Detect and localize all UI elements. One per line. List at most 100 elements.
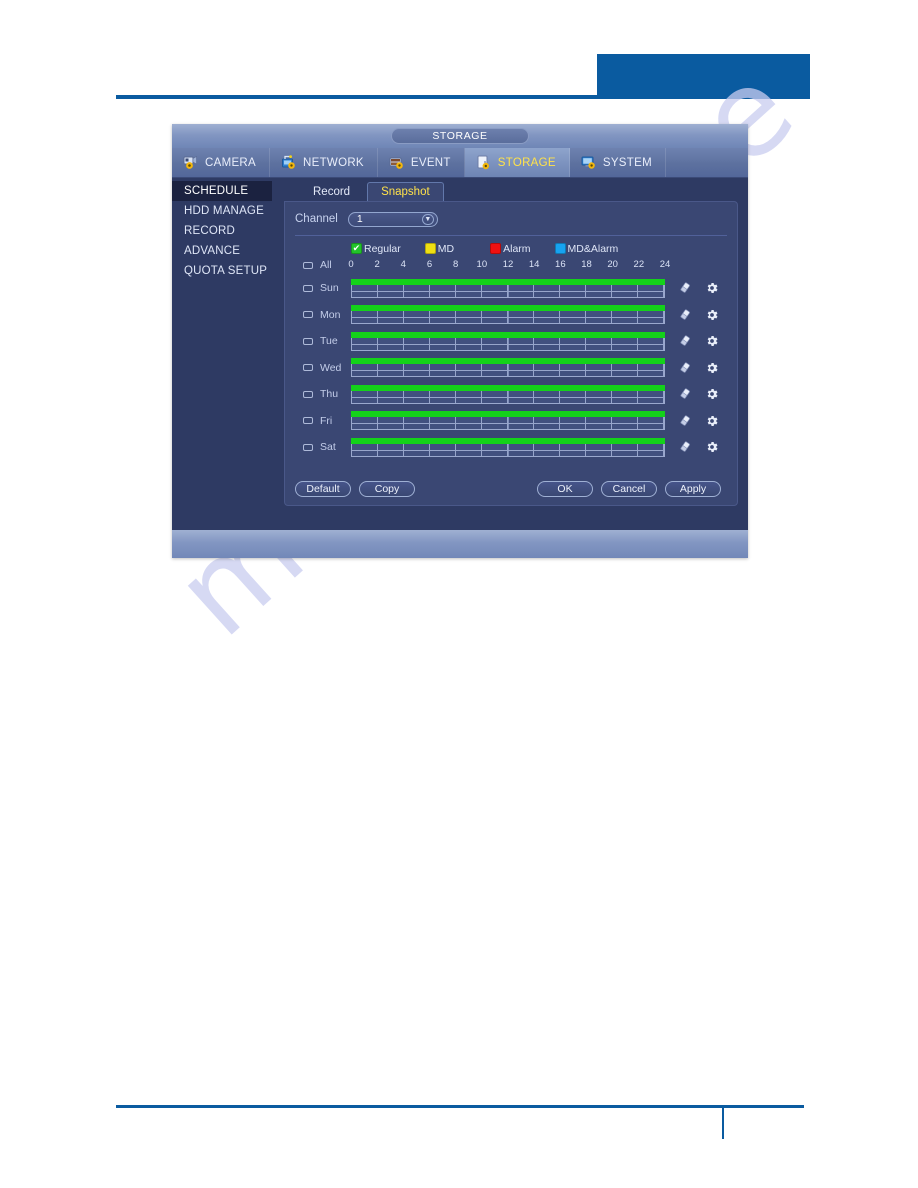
schedule-track-fri[interactable] (351, 411, 665, 431)
channel-select[interactable]: 1 ▼ (347, 211, 438, 227)
sidebar-item-advance[interactable]: ADVANCE (172, 241, 272, 261)
schedule-panel: Channel 1 ▼ ✔ Regular MD Alarm MD&Alarm … (284, 201, 738, 506)
gear-icon[interactable] (705, 440, 719, 454)
legend-item-alarm[interactable]: Alarm (490, 243, 531, 255)
axis-tick-12: 12 (502, 259, 514, 270)
gear-icon[interactable] (705, 414, 719, 428)
tab-network[interactable]: NETWORK (270, 148, 378, 177)
legend-item-md[interactable]: MD (424, 242, 455, 255)
day-label-mon: Mon (320, 308, 341, 321)
schedule-track-tue[interactable] (351, 331, 665, 351)
schedule-track-thu[interactable] (351, 384, 665, 404)
checkbox-thu[interactable] (303, 390, 313, 398)
default-button[interactable]: Default (295, 480, 351, 497)
gear-icon[interactable] (705, 334, 719, 348)
eraser-icon[interactable] (678, 414, 692, 428)
checkbox-all[interactable] (303, 261, 313, 269)
schedule-row: Thu (295, 381, 727, 408)
checkbox-sat[interactable] (303, 443, 313, 451)
apply-button[interactable]: Apply (665, 480, 721, 497)
dvr-window: STORAGE CAMERA NETWORK EVENT STORAGE SYS… (172, 124, 748, 558)
checkbox-wed[interactable] (303, 364, 313, 372)
gear-icon[interactable] (705, 308, 719, 322)
sidebar-item-hdd-manage[interactable]: HDD MANAGE (172, 201, 272, 221)
eraser-icon[interactable] (678, 308, 692, 322)
schedule-row: Tue (295, 328, 727, 355)
sub-tabstrip: Record Snapshot (276, 182, 738, 201)
sidebar-item-record-label: RECORD (184, 225, 236, 237)
tab-event[interactable]: EVENT (378, 148, 465, 177)
schedule-grid (351, 364, 665, 378)
schedule-row: Fri (295, 408, 727, 435)
sidebar-item-schedule[interactable]: SCHEDULE (172, 181, 272, 201)
eraser-icon[interactable] (678, 361, 692, 375)
axis-tick-4: 4 (400, 259, 406, 270)
camera-gear-icon (183, 155, 200, 170)
checkbox-mon[interactable] (303, 311, 313, 319)
tab-camera[interactable]: CAMERA (172, 148, 271, 177)
axis-tick-8: 8 (453, 259, 459, 270)
schedule-row-all: All 0 2 4 6 8 10 12 14 16 18 20 22 24 (295, 255, 727, 275)
legend-item-md-alarm[interactable]: MD&Alarm (554, 243, 618, 255)
eraser-icon[interactable] (678, 387, 692, 401)
ok-button[interactable]: OK (537, 480, 593, 497)
day-daybox[interactable]: Sun (295, 282, 351, 294)
tab-storage[interactable]: STORAGE (464, 148, 570, 177)
legend-swatch-alarm (490, 243, 502, 254)
header-rule (116, 95, 810, 99)
schedule-track-wed[interactable] (351, 358, 665, 378)
eraser-icon[interactable] (678, 281, 692, 295)
day-daybox[interactable]: Tue (295, 335, 351, 347)
all-daybox[interactable]: All (295, 259, 351, 271)
footer-tick (722, 1105, 724, 1139)
sidebar-item-quota-setup[interactable]: QUOTA SETUP (172, 261, 272, 281)
chevron-down-icon[interactable]: ▼ (421, 213, 434, 225)
schedule-grid (351, 284, 665, 298)
cancel-button[interactable]: Cancel (601, 480, 657, 497)
legend-swatch-regular: ✔ (351, 243, 362, 254)
checkbox-fri[interactable] (303, 417, 313, 425)
copy-button[interactable]: Copy (359, 480, 415, 497)
panel-divider (295, 235, 727, 236)
eraser-icon[interactable] (678, 334, 692, 348)
gear-icon[interactable] (705, 281, 719, 295)
legend-item-regular[interactable]: ✔ Regular (351, 243, 401, 255)
schedule-track-sat[interactable] (351, 437, 665, 457)
channel-row: Channel 1 ▼ (295, 209, 727, 229)
day-daybox[interactable]: Sat (295, 441, 351, 453)
schedule-grid (351, 390, 665, 404)
tab-snapshot[interactable]: Snapshot (367, 182, 444, 201)
tab-record[interactable]: Record (300, 182, 363, 201)
gear-icon[interactable] (705, 387, 719, 401)
sidebar-item-record[interactable]: RECORD (172, 221, 272, 241)
day-daybox[interactable]: Wed (295, 362, 351, 374)
row-icons (678, 387, 719, 401)
checkbox-tue[interactable] (303, 337, 313, 345)
sidebar-item-schedule-label: SCHEDULE (184, 185, 249, 197)
window-statusbar (172, 530, 748, 558)
row-icons (678, 334, 719, 348)
schedule-row: Sun (295, 275, 727, 302)
tab-event-label: EVENT (410, 156, 451, 169)
tab-storage-label: STORAGE (497, 156, 556, 169)
day-daybox[interactable]: Fri (295, 415, 351, 427)
footer-rule (116, 1105, 804, 1108)
eraser-icon[interactable] (678, 440, 692, 454)
legend-swatch-md (424, 243, 436, 254)
day-label-thu: Thu (320, 388, 339, 401)
day-daybox[interactable]: Thu (295, 388, 351, 400)
schedule-track-sun[interactable] (351, 278, 665, 298)
tab-snapshot-label: Snapshot (381, 186, 430, 198)
tab-system[interactable]: SYSTEM (570, 148, 666, 177)
day-daybox[interactable]: Mon (295, 309, 351, 321)
checkbox-sun[interactable] (303, 284, 313, 292)
row-icons (678, 414, 719, 428)
legend-label-md: MD (437, 242, 455, 255)
dvr-body: SCHEDULE HDD MANAGE RECORD ADVANCE QUOTA… (172, 178, 748, 530)
schedule-track-mon[interactable] (351, 305, 665, 325)
storage-gear-icon (476, 155, 493, 170)
tab-record-label: Record (313, 185, 351, 198)
day-label-tue: Tue (320, 335, 338, 348)
tab-network-label: NETWORK (303, 156, 364, 169)
gear-icon[interactable] (705, 361, 719, 375)
